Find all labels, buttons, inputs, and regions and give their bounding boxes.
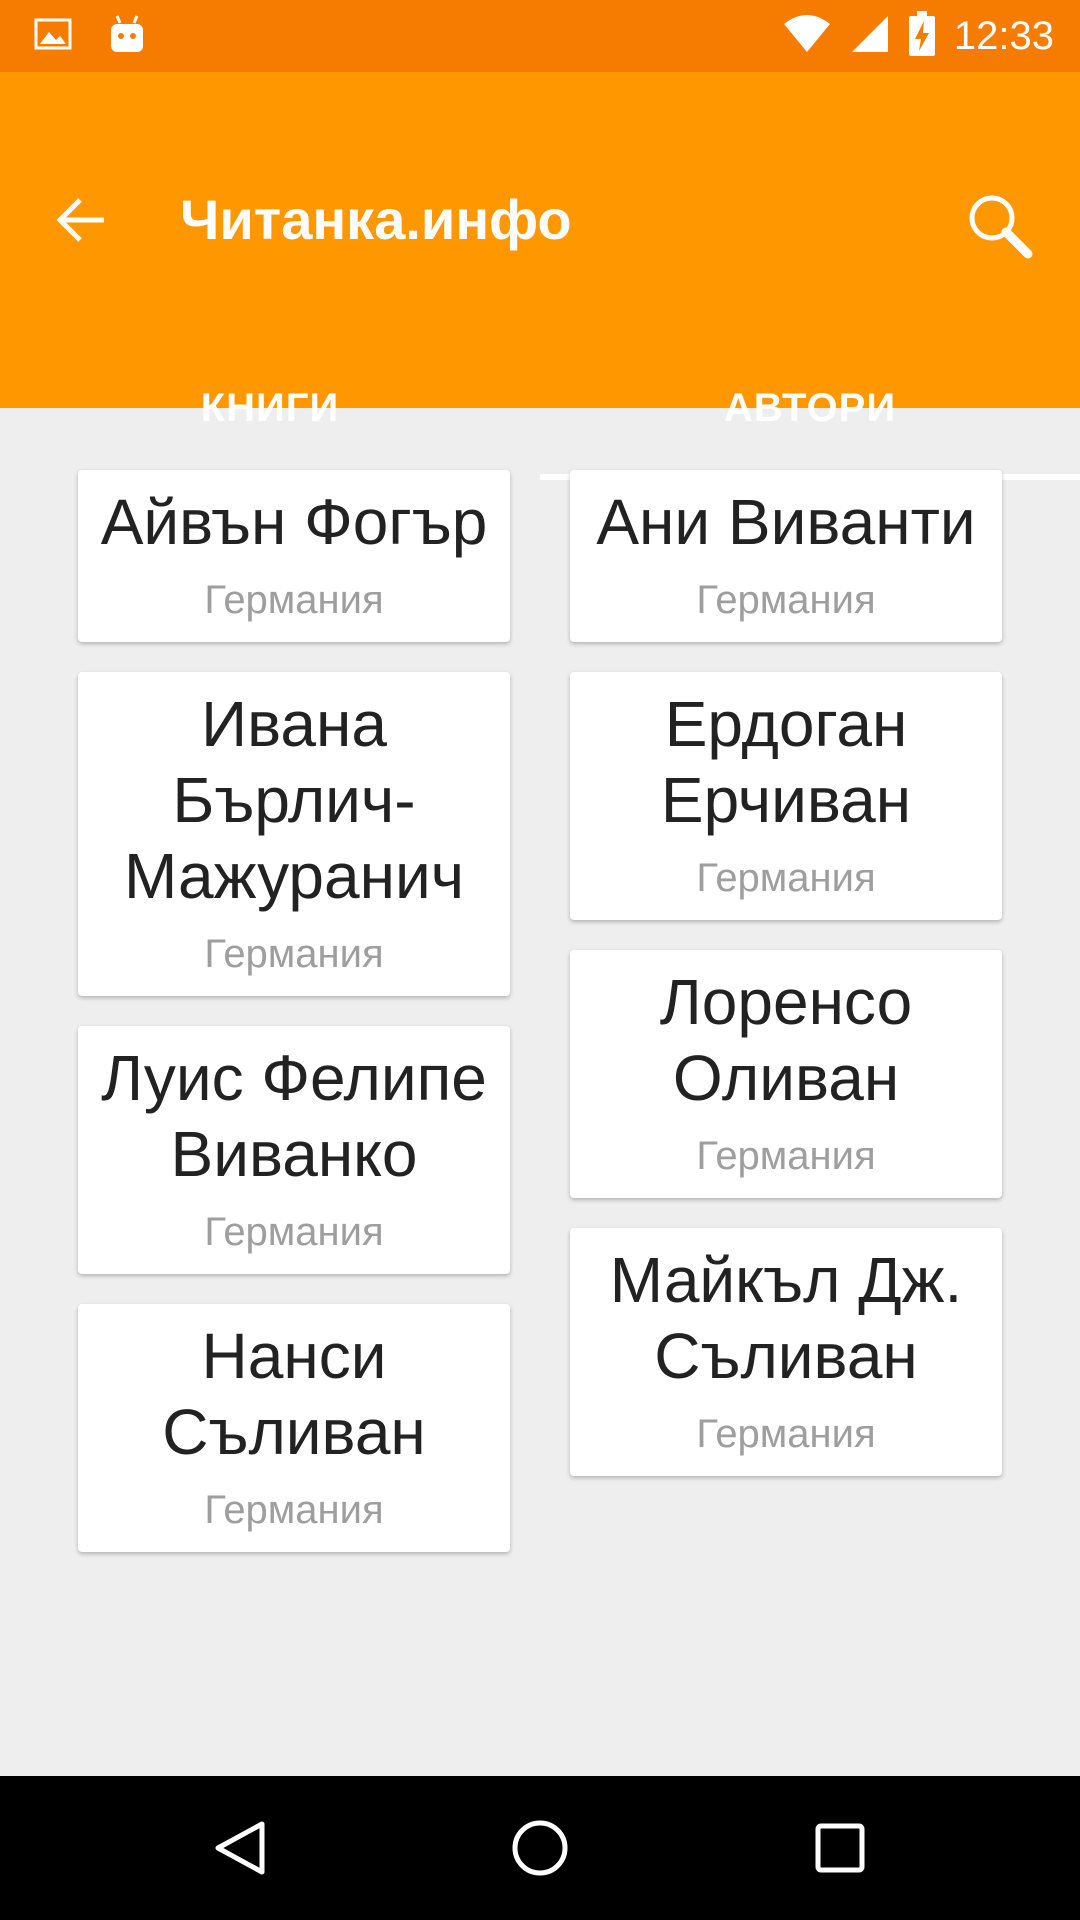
app-bar: Читанка.инфо КНИГИ АВТОРИ	[0, 72, 1080, 480]
author-card[interactable]: Ивана Бърлич-Мажуранич Германия	[78, 672, 510, 996]
author-name: Майкъл Дж. Съливан	[609, 1244, 963, 1392]
author-name: Нанси Съливан	[162, 1320, 426, 1468]
authors-grid: Айвън Фогър Германия Ивана Бърлич-Мажура…	[0, 408, 1080, 1776]
author-country: Германия	[204, 1210, 384, 1254]
author-name: Ани Виванти	[596, 486, 976, 558]
home-circle-icon	[512, 1820, 568, 1876]
recents-square-icon	[815, 1823, 865, 1873]
author-name: Ердоган Ерчиван	[660, 688, 912, 836]
author-country: Германия	[204, 932, 384, 976]
image-icon	[34, 18, 72, 55]
author-name: Лоренсо Оливан	[659, 966, 913, 1114]
battery-charging-icon	[908, 10, 936, 62]
search-button[interactable]	[964, 190, 1036, 262]
authors-column-left: Айвън Фогър Германия Ивана Бърлич-Мажура…	[78, 470, 510, 1582]
app-title: Читанка.инфо	[180, 188, 572, 251]
status-time: 12:33	[953, 13, 1054, 58]
nav-recents-button[interactable]	[810, 1818, 870, 1878]
status-bar: 12:33	[0, 0, 1080, 72]
signal-icon	[850, 14, 890, 59]
back-button[interactable]	[52, 190, 112, 250]
nav-home-button[interactable]	[510, 1818, 570, 1878]
author-country: Германия	[696, 1412, 876, 1456]
author-card[interactable]: Луис Фелипе Виванко Германия	[78, 1026, 510, 1274]
author-card[interactable]: Ани Виванти Германия	[570, 470, 1002, 642]
search-icon	[969, 195, 1033, 259]
arrow-left-icon	[56, 198, 104, 242]
back-triangle-icon	[215, 1821, 265, 1875]
android-icon	[108, 14, 146, 59]
author-name: Луис Фелипе Виванко	[101, 1042, 487, 1190]
author-card[interactable]: Ердоган Ерчиван Германия	[570, 672, 1002, 920]
author-card[interactable]: Лоренсо Оливан Германия	[570, 950, 1002, 1198]
author-country: Германия	[204, 578, 384, 622]
nav-back-button[interactable]	[210, 1818, 270, 1878]
author-card[interactable]: Майкъл Дж. Съливан Германия	[570, 1228, 1002, 1476]
wifi-icon	[782, 14, 832, 59]
author-country: Германия	[696, 578, 876, 622]
author-card[interactable]: Айвън Фогър Германия	[78, 470, 510, 642]
author-card[interactable]: Нанси Съливан Германия	[78, 1304, 510, 1552]
author-country: Германия	[696, 856, 876, 900]
author-name: Айвън Фогър	[100, 486, 488, 558]
navigation-bar	[0, 1776, 1080, 1920]
authors-column-right: Ани Виванти Германия Ердоган Ерчиван Гер…	[570, 470, 1002, 1506]
author-name: Ивана Бърлич-Мажуранич	[123, 688, 465, 912]
author-country: Германия	[696, 1134, 876, 1178]
author-country: Германия	[204, 1488, 384, 1532]
